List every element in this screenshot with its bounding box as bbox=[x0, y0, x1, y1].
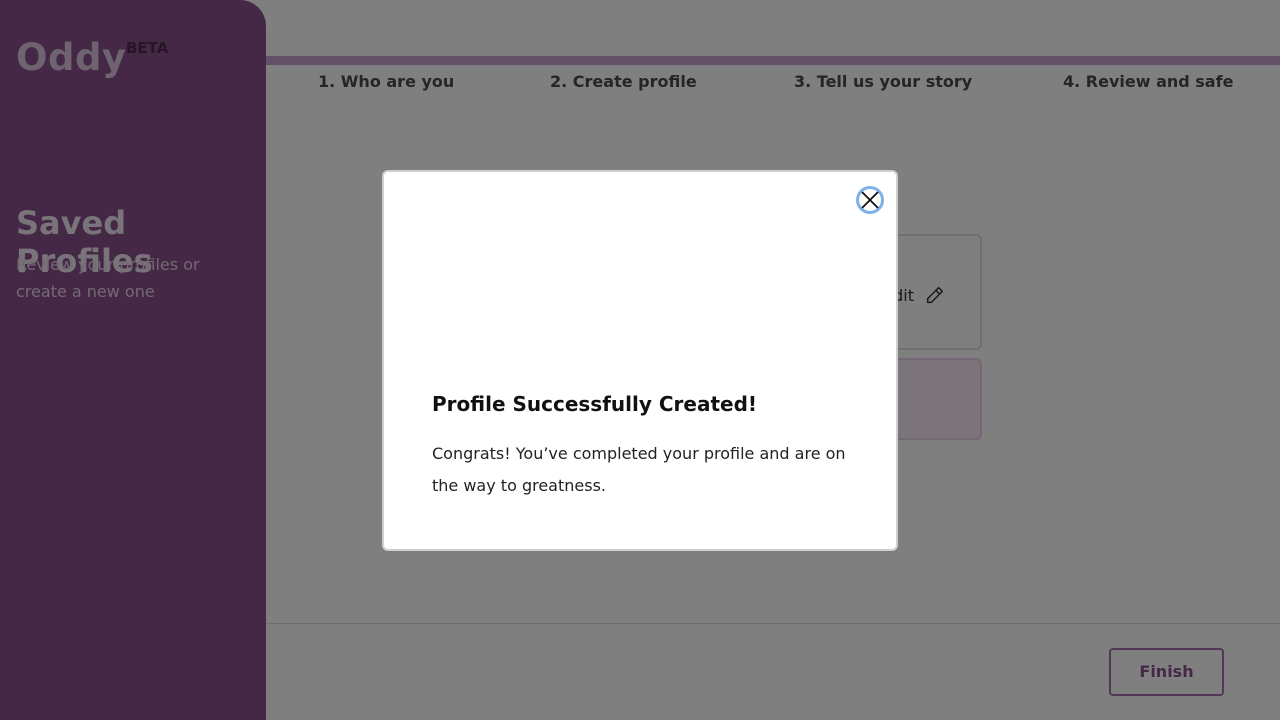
close-icon bbox=[861, 191, 879, 209]
modal-message: Congrats! You’ve completed your profile … bbox=[432, 444, 846, 495]
modal-title: Profile Successfully Created! bbox=[432, 392, 758, 416]
success-modal: Profile Successfully Created! Congrats! … bbox=[382, 170, 898, 551]
close-button[interactable] bbox=[856, 186, 884, 214]
